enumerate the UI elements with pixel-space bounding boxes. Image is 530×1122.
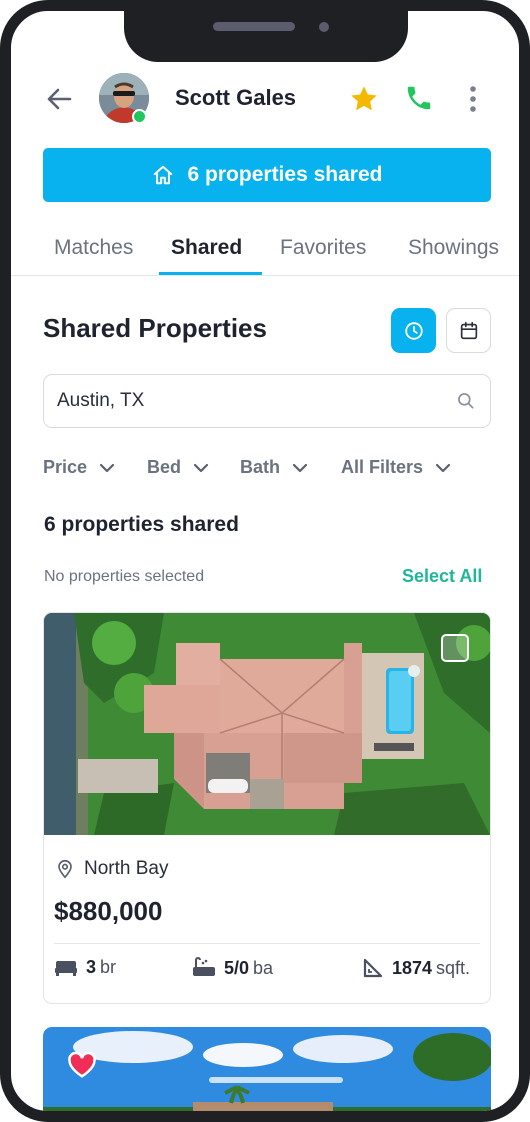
area-stat: 1874 sqft. <box>362 957 470 979</box>
baths-stat: 5/0 ba <box>192 957 273 979</box>
chevron-down-icon <box>292 463 308 472</box>
ruler-icon <box>363 958 383 978</box>
tab-showings[interactable]: Showings <box>408 236 499 260</box>
front-camera <box>319 22 329 32</box>
select-all-button[interactable]: Select All <box>402 566 482 587</box>
area-value: 1874 <box>392 957 433 978</box>
property-price: $880,000 <box>54 896 163 926</box>
online-status-dot <box>132 109 147 124</box>
filter-price[interactable]: Price <box>43 457 115 478</box>
more-vertical-icon <box>470 86 476 112</box>
filter-bed-label: Bed <box>147 457 182 477</box>
calendar-button[interactable] <box>446 308 491 353</box>
baths-unit: ba <box>253 957 274 978</box>
search-icon[interactable] <box>456 391 476 411</box>
selection-status: No properties selected <box>44 568 205 585</box>
beds-unit: br <box>100 957 117 977</box>
select-property-checkbox[interactable] <box>441 634 469 662</box>
filter-bath[interactable]: Bath <box>240 457 308 478</box>
bed-icon <box>55 960 77 976</box>
active-tab-indicator <box>159 272 262 275</box>
call-button[interactable] <box>404 83 436 115</box>
property-photo <box>44 613 490 835</box>
recent-sort-button[interactable] <box>391 308 436 353</box>
tab-bar: Matches Shared Favorites Showings <box>11 226 519 276</box>
filter-all-label: All Filters <box>341 457 424 477</box>
property-card[interactable]: North Bay $880,000 3 br 5/0 ba 1874 sqft… <box>43 612 491 1004</box>
map-pin-icon <box>58 859 72 879</box>
shared-properties-banner[interactable]: 6 properties shared <box>43 148 491 202</box>
clock-icon <box>404 321 423 340</box>
area-unit: sqft. <box>436 957 471 978</box>
filter-bar: Price Bed Bath All Filters <box>43 457 491 481</box>
back-arrow-icon <box>47 88 72 110</box>
tab-matches[interactable]: Matches <box>54 236 133 260</box>
filter-bath-label: Bath <box>240 457 280 477</box>
contact-header: Scott Gales <box>11 71 519 127</box>
back-button[interactable] <box>41 85 77 113</box>
screen: Scott Gales 6 properties shared Matches … <box>11 11 519 1111</box>
phone-frame: Scott Gales 6 properties shared Matches … <box>0 0 530 1122</box>
chevron-down-icon <box>99 463 115 472</box>
chevron-down-icon <box>435 463 451 472</box>
property-photo-2 <box>43 1027 491 1111</box>
more-options-button[interactable] <box>463 83 483 115</box>
banner-label: 6 properties shared <box>187 163 383 186</box>
location-search <box>43 374 491 428</box>
tab-favorites[interactable]: Favorites <box>280 236 366 260</box>
filter-bed[interactable]: Bed <box>147 457 209 478</box>
search-input[interactable] <box>44 390 424 412</box>
home-indicator[interactable] <box>209 1077 343 1083</box>
favorite-contact-button[interactable] <box>348 83 380 115</box>
aerial-house-photo <box>44 613 490 835</box>
filter-price-label: Price <box>43 457 88 477</box>
property-location: North Bay <box>56 858 168 880</box>
star-icon <box>351 86 377 111</box>
location-name: North Bay <box>84 858 169 879</box>
contact-name: Scott Gales <box>175 85 297 110</box>
heart-icon[interactable] <box>67 1051 97 1079</box>
card-divider <box>54 943 480 944</box>
speaker-grille <box>213 22 295 31</box>
beds-value: 3 <box>86 957 97 977</box>
chevron-down-icon <box>193 463 209 472</box>
section-title: Shared Properties <box>43 313 267 343</box>
results-count: 6 properties shared <box>44 513 239 536</box>
filter-all[interactable]: All Filters <box>341 457 451 478</box>
device-notch <box>124 11 408 62</box>
property-card-2[interactable] <box>43 1027 491 1111</box>
home-icon <box>153 165 172 185</box>
phone-icon <box>407 86 431 110</box>
baths-value: 5/0 <box>224 957 250 978</box>
calendar-icon <box>460 321 477 339</box>
beds-stat: 3 br <box>54 957 116 978</box>
tab-shared[interactable]: Shared <box>171 236 242 260</box>
bath-icon <box>193 957 215 976</box>
